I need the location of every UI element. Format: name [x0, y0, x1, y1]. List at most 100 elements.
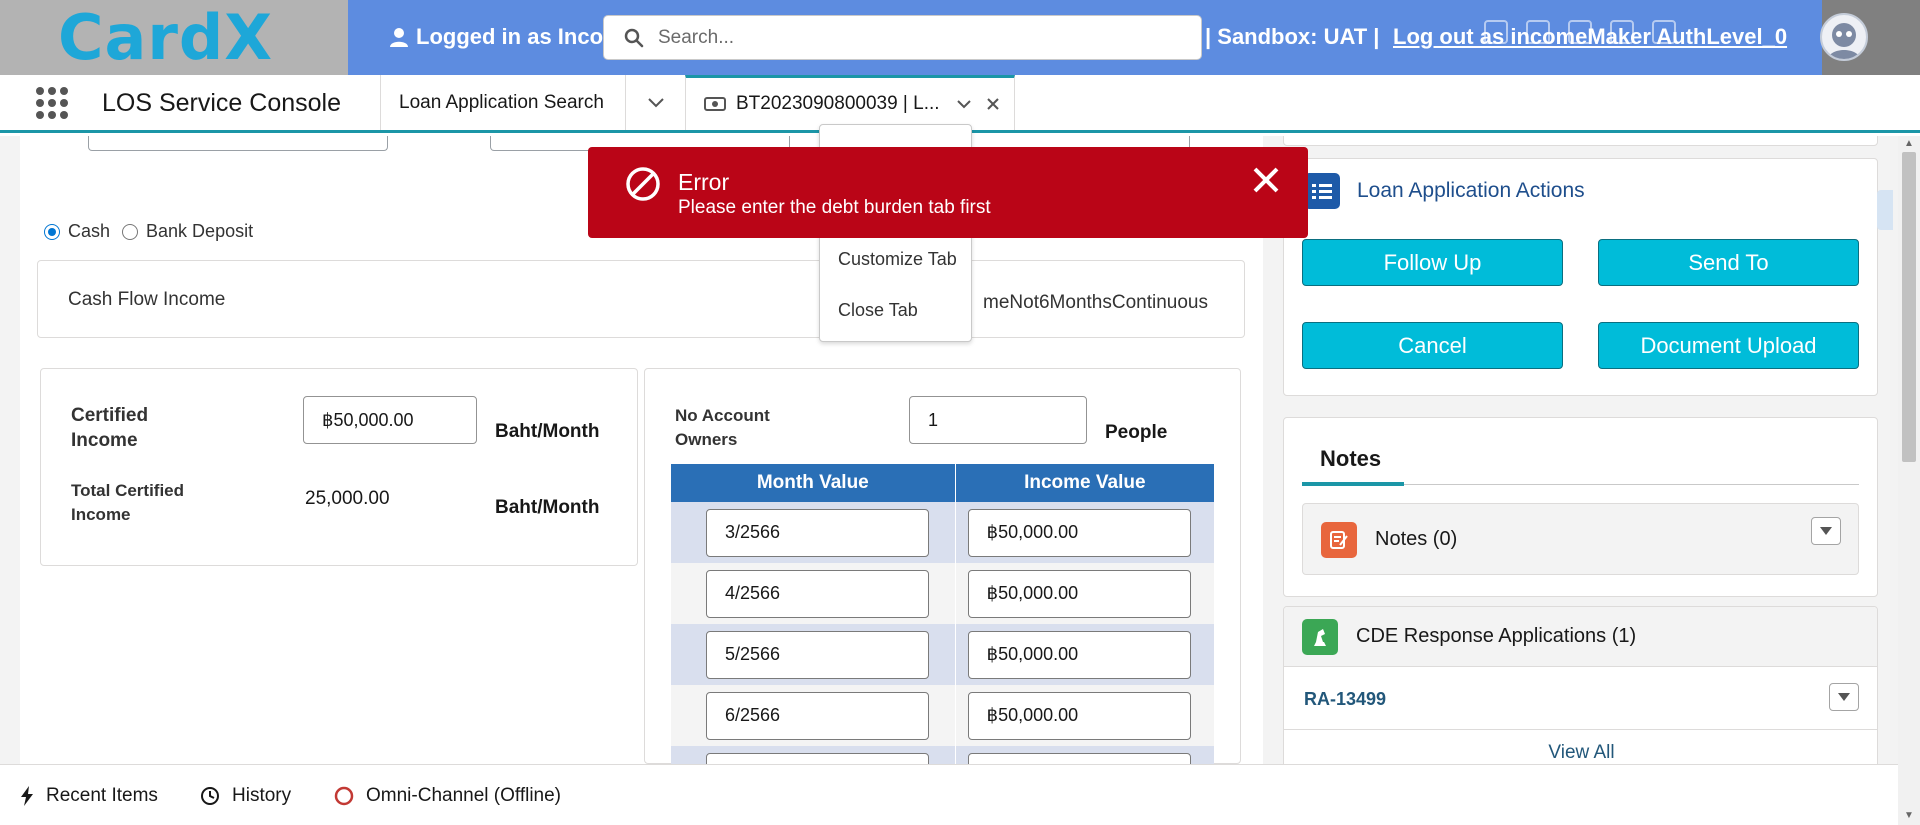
follow-up-button[interactable]: Follow Up: [1302, 239, 1563, 286]
table-header-row: Month Value Income Value: [671, 464, 1214, 502]
logo-area: CardX: [0, 0, 348, 75]
app-launcher-icon[interactable]: [36, 87, 68, 119]
cde-card-header: CDE Response Applications (1): [1284, 607, 1877, 667]
search-input[interactable]: [658, 26, 1178, 49]
table-row: 6/2566 ฿50,000.00: [671, 685, 1214, 746]
sandbox-label: | Sandbox: UAT |: [1205, 24, 1380, 49]
certified-income-input[interactable]: ฿50,000.00: [303, 396, 477, 444]
nav-menu-dropdown[interactable]: [625, 75, 685, 130]
menu-item-customize-tab[interactable]: Customize Tab: [838, 249, 957, 270]
tab-loan-application-search[interactable]: Loan Application Search: [380, 75, 625, 130]
monthly-income-table: Month Value Income Value 3/2566 ฿50,000.…: [671, 464, 1214, 764]
utility-bar: Recent Items History Omni-Channel (Offli…: [0, 764, 1898, 825]
month-value-input[interactable]: 6/2566: [706, 691, 929, 740]
close-tab-icon[interactable]: [986, 97, 1000, 111]
utility-label: Omni-Channel (Offline): [366, 785, 562, 806]
right-sidebar: Loan Application Actions Follow Up Send …: [1263, 136, 1920, 764]
cde-icon: [1302, 619, 1338, 655]
month-value-header: Month Value: [671, 464, 956, 502]
income-value-input[interactable]: ฿50,000.00: [967, 630, 1191, 679]
partial-input-field[interactable]: [88, 136, 388, 151]
omni-status-icon: [334, 786, 354, 806]
avatar[interactable]: [1820, 13, 1868, 61]
tab-label: BT2023090800039 | L...: [736, 93, 940, 114]
send-to-button[interactable]: Send To: [1598, 239, 1859, 286]
cancel-button[interactable]: Cancel: [1302, 322, 1563, 369]
close-icon[interactable]: [1251, 165, 1281, 195]
total-certified-income-value: 25,000.00: [305, 488, 390, 509]
income-value-input[interactable]: ฿50,000.00: [967, 691, 1191, 740]
favorites-icon[interactable]: [1484, 20, 1508, 44]
radio-cash[interactable]: [44, 223, 60, 240]
cde-record-dropdown-button[interactable]: [1829, 683, 1859, 711]
income-value-input[interactable]: ฿50,000.00: [967, 508, 1191, 557]
utility-label: Recent Items: [46, 785, 158, 806]
radio-bank-deposit-label: Bank Deposit: [146, 221, 254, 241]
radio-bank-deposit[interactable]: [122, 223, 139, 240]
certified-income-label: Certified Income: [71, 405, 149, 451]
tab-loan-application-record[interactable]: BT2023090800039 | L...: [685, 75, 1015, 130]
income-value-header: Income Value: [955, 464, 1214, 502]
month-value-input[interactable]: [706, 752, 929, 764]
scrollbar-thumb[interactable]: [1902, 152, 1916, 462]
chevron-down-icon: [1838, 693, 1850, 701]
month-value-input[interactable]: 3/2566: [706, 508, 929, 557]
error-title: Error: [678, 169, 730, 195]
menu-item-close-tab[interactable]: Close Tab: [838, 300, 918, 321]
notes-icon: [1321, 522, 1357, 558]
partial-card: [1283, 136, 1878, 146]
page-scrollbar[interactable]: ▲ ▼: [1898, 136, 1920, 825]
no-account-owners-input[interactable]: 1: [909, 396, 1087, 444]
cde-record-link[interactable]: RA-13499: [1304, 689, 1386, 710]
chevron-down-icon: [647, 97, 664, 107]
cash-flow-income-section: Cash Flow Income meNot6MonthsContinuous: [37, 260, 1245, 338]
total-certified-income-label: Total Certified Income: [71, 481, 185, 524]
tab-menu-chevron-icon[interactable]: [956, 99, 972, 110]
table-row: 4/2566 ฿50,000.00: [671, 563, 1214, 624]
loan-application-actions-card: Loan Application Actions Follow Up Send …: [1283, 158, 1878, 396]
utility-history[interactable]: History: [200, 785, 291, 807]
cde-response-applications-card: CDE Response Applications (1) RA-13499 V…: [1283, 606, 1878, 764]
utility-recent-items[interactable]: Recent Items: [20, 785, 158, 807]
scroll-up-arrow-icon[interactable]: ▲: [1904, 138, 1914, 149]
notes-related-list: Notes (0): [1302, 503, 1859, 575]
payment-method-radios: Cash Bank Deposit: [44, 221, 265, 242]
document-upload-button[interactable]: Document Upload: [1598, 322, 1859, 369]
header-icons: [1484, 20, 1676, 44]
add-icon[interactable]: [1526, 20, 1550, 44]
clock-icon: [201, 787, 219, 805]
logged-in-text: Logged in as Inco: [416, 24, 604, 49]
income-value-input[interactable]: [967, 752, 1191, 764]
cash-flow-income-title: Cash Flow Income: [68, 289, 226, 310]
global-search[interactable]: [603, 15, 1202, 60]
account-owner-income-box: No Account Owners 1 People Month Value I…: [644, 368, 1241, 764]
utility-label: History: [232, 785, 292, 806]
notes-list-title[interactable]: Notes (0): [1375, 528, 1457, 551]
notes-dropdown-button[interactable]: [1811, 517, 1841, 545]
certified-income-box: Certified Income ฿50,000.00 Baht/Month T…: [40, 368, 638, 566]
radio-cash-label: Cash: [68, 221, 111, 241]
month-value-input[interactable]: 5/2566: [706, 630, 929, 679]
cash-flow-income-status: meNot6MonthsContinuous: [983, 292, 1208, 313]
bell-icon[interactable]: [1652, 20, 1676, 44]
error-message: Please enter the debt burden tab first: [678, 197, 991, 218]
table-row: 3/2566 ฿50,000.00: [671, 502, 1214, 563]
active-tab-indicator: [1302, 482, 1404, 486]
total-certified-income-unit: Baht/Month: [495, 497, 600, 518]
error-ban-icon: [626, 167, 660, 201]
view-all-link[interactable]: View All: [1284, 729, 1877, 764]
table-row: 5/2566 ฿50,000.00: [671, 624, 1214, 685]
income-value-input[interactable]: ฿50,000.00: [967, 569, 1191, 618]
setup-icon[interactable]: [1610, 20, 1634, 44]
cardx-logo: CardX: [58, 1, 274, 74]
no-account-owners-label: No Account Owners: [675, 406, 770, 449]
sidebar-collapse-toggle[interactable]: [1877, 190, 1893, 230]
cde-card-title[interactable]: CDE Response Applications (1): [1356, 625, 1636, 648]
help-icon[interactable]: [1568, 20, 1592, 44]
tab-notes[interactable]: Notes: [1320, 446, 1381, 472]
chevron-down-icon: [1820, 527, 1832, 535]
lightning-icon: [21, 786, 33, 806]
scroll-down-arrow-icon[interactable]: ▼: [1904, 810, 1914, 821]
utility-omni-channel[interactable]: Omni-Channel (Offline): [334, 785, 561, 807]
month-value-input[interactable]: 4/2566: [706, 569, 929, 618]
